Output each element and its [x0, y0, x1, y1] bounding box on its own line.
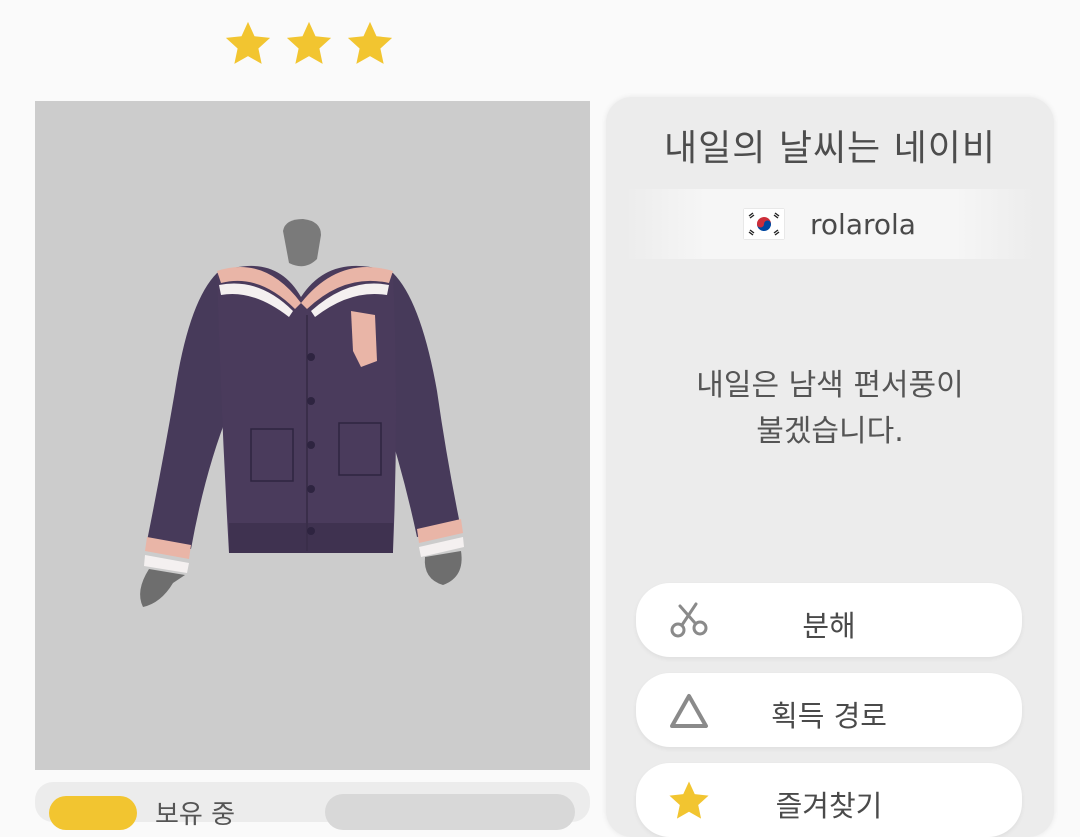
description-line-2: 불겠습니다.: [756, 414, 904, 449]
owned-label: 보유 중: [155, 800, 236, 830]
designer-row[interactable]: rolarola: [624, 189, 1036, 259]
favorite-label: 즐겨찾기: [775, 789, 883, 823]
cardigan-image: [140, 219, 464, 607]
korea-flag-icon: [744, 209, 785, 239]
owned-status-bar: 보유 중: [35, 782, 590, 830]
count-badge: [49, 796, 137, 830]
acquire-path-label: 획득 경로: [771, 699, 887, 733]
item-info-card: 내일의 날씨는 네이비 rolarola 내일은 남색 편서풍이 불겠습니다.: [606, 97, 1054, 837]
decompose-button[interactable]: 분해: [636, 583, 1022, 657]
item-description: 내일은 남색 편서풍이 불겠습니다.: [606, 363, 1054, 455]
quantity-pill[interactable]: [325, 794, 575, 830]
description-line-1: 내일은 남색 편서풍이: [696, 368, 964, 403]
designer-name: rolarola: [810, 207, 916, 241]
decompose-label: 분해: [802, 609, 856, 643]
acquire-path-button[interactable]: 획득 경로: [636, 673, 1022, 747]
rarity-stars: [222, 18, 396, 70]
star-icon: [344, 18, 396, 70]
favorite-button[interactable]: 즐겨찾기: [636, 763, 1022, 837]
star-icon: [222, 18, 274, 70]
item-title: 내일의 날씨는 네이비: [664, 128, 996, 169]
item-preview: [35, 101, 590, 770]
star-icon: [283, 18, 335, 70]
